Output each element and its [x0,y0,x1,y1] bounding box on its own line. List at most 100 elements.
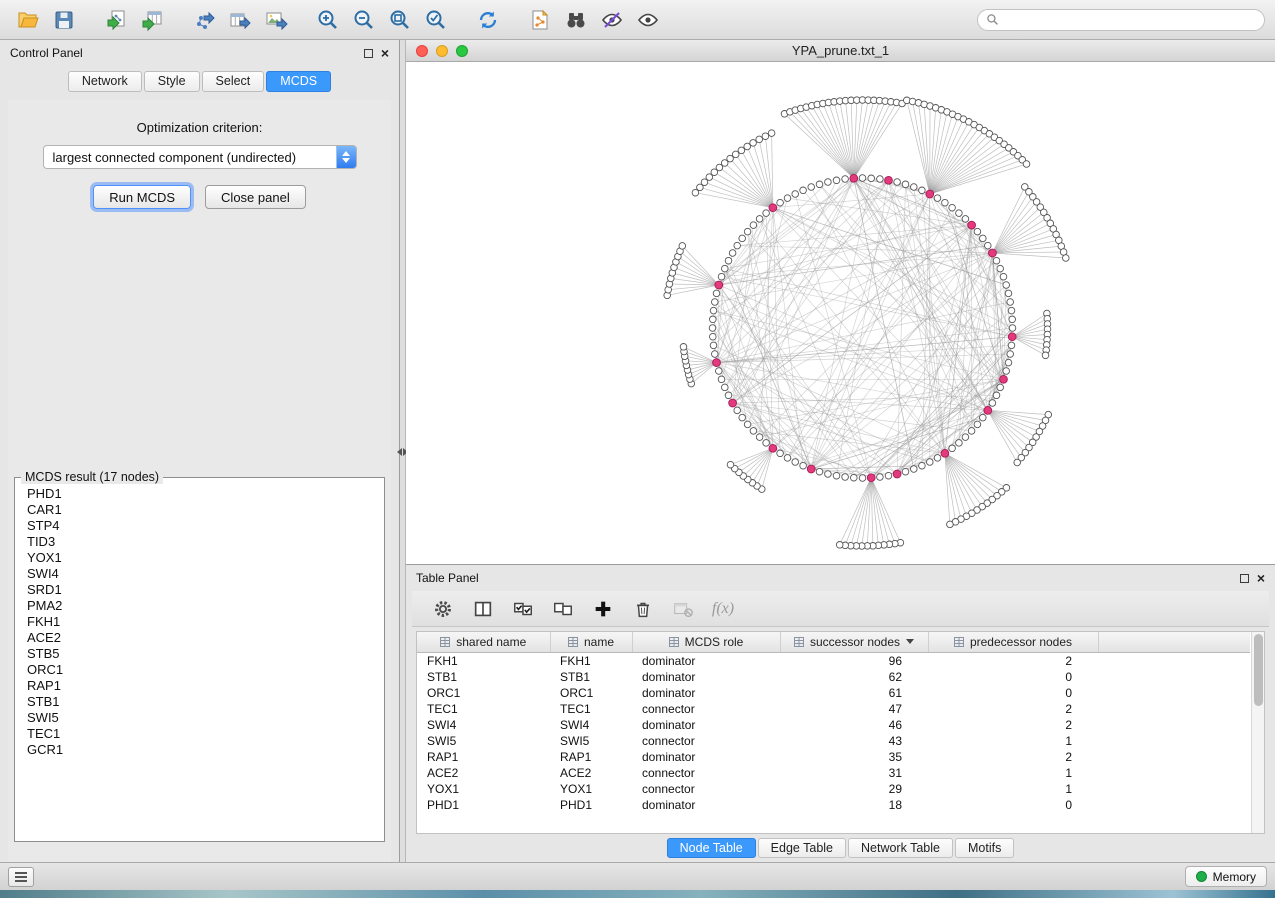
column-header[interactable]: successor nodes [780,632,928,652]
zoom-out-icon[interactable] [346,4,382,36]
window-close-icon[interactable] [416,45,428,57]
memory-button[interactable]: Memory [1185,866,1267,887]
table-cell[interactable]: 2 [928,717,1098,733]
share-document-icon[interactable] [522,4,558,36]
table-cell[interactable]: 62 [780,669,928,685]
table-row[interactable]: FKH1FKH1dominator962 [417,652,1250,669]
mcds-result-item[interactable]: STB5 [19,646,380,662]
mcds-result-item[interactable]: TID3 [19,534,380,550]
table-row[interactable]: ORC1ORC1dominator610 [417,685,1250,701]
panel-menu-icon[interactable] [8,867,34,887]
table-cell[interactable]: 96 [780,652,928,669]
mcds-result-item[interactable]: STP4 [19,518,380,534]
table-row[interactable]: ACE2ACE2connector311 [417,765,1250,781]
mcds-result-item[interactable]: STB1 [19,694,380,710]
import-table-icon[interactable] [134,4,170,36]
table-cell[interactable]: 29 [780,781,928,797]
mcds-result-item[interactable]: ORC1 [19,662,380,678]
table-row[interactable]: SWI4SWI4dominator462 [417,717,1250,733]
table-cell[interactable]: ORC1 [417,685,550,701]
table-cell[interactable]: connector [632,701,780,717]
table-cell[interactable]: 47 [780,701,928,717]
select-all-icon[interactable] [510,596,536,622]
table-cell[interactable]: 0 [928,797,1098,813]
mcds-result-item[interactable]: CAR1 [19,502,380,518]
mcds-result-item[interactable]: SWI4 [19,566,380,582]
hide-selection-eye-icon[interactable] [594,4,630,36]
save-session-icon[interactable] [46,4,82,36]
tab-select[interactable]: Select [202,71,265,92]
scrollbar-thumb[interactable] [1254,634,1263,706]
window-minimize-icon[interactable] [436,45,448,57]
table-cell[interactable]: PHD1 [417,797,550,813]
table-cell[interactable]: dominator [632,749,780,765]
table-cell[interactable]: 0 [928,669,1098,685]
table-cell[interactable]: ACE2 [550,765,632,781]
column-header[interactable]: name [550,632,632,652]
mcds-result-item[interactable]: FKH1 [19,614,380,630]
mcds-result-item[interactable]: PMA2 [19,598,380,614]
mcds-result-item[interactable]: TEC1 [19,726,380,742]
mcds-result-item[interactable]: SWI5 [19,710,380,726]
table-cell[interactable]: SWI4 [550,717,632,733]
mcds-result-item[interactable]: ACE2 [19,630,380,646]
mcds-result-item[interactable]: SRD1 [19,582,380,598]
optimization-criterion-select[interactable]: largest connected component (undirected) [43,145,357,169]
column-header[interactable]: MCDS role [632,632,780,652]
zoom-in-icon[interactable] [310,4,346,36]
mcds-result-list[interactable]: PHD1CAR1STP4TID3YOX1SWI4SRD1PMA2FKH1ACE2… [19,486,380,758]
table-cell[interactable]: PHD1 [550,797,632,813]
table-cell[interactable]: 2 [928,652,1098,669]
table-cell[interactable]: TEC1 [550,701,632,717]
run-mcds-button[interactable]: Run MCDS [93,185,191,209]
export-image-icon[interactable] [258,4,294,36]
table-cell[interactable]: 18 [780,797,928,813]
tab-motifs[interactable]: Motifs [955,838,1014,858]
table-cell[interactable]: 31 [780,765,928,781]
mcds-result-item[interactable]: GCR1 [19,742,380,758]
table-row[interactable]: YOX1YOX1connector291 [417,781,1250,797]
binoculars-icon[interactable] [558,4,594,36]
float-panel-icon[interactable] [364,49,373,58]
tab-mcds[interactable]: MCDS [266,71,331,92]
table-scrollbar[interactable] [1251,632,1264,833]
open-session-icon[interactable] [10,4,46,36]
table-cell[interactable]: 46 [780,717,928,733]
refresh-layout-icon[interactable] [470,4,506,36]
table-cell[interactable]: 43 [780,733,928,749]
table-cell[interactable]: dominator [632,685,780,701]
table-cell[interactable]: ORC1 [550,685,632,701]
table-cell[interactable]: 1 [928,765,1098,781]
table-cell[interactable]: RAP1 [550,749,632,765]
table-cell[interactable]: 2 [928,701,1098,717]
table-cell[interactable]: 0 [928,685,1098,701]
zoom-fit-icon[interactable] [382,4,418,36]
table-cell[interactable]: FKH1 [550,652,632,669]
column-chooser-icon[interactable] [470,596,496,622]
show-eye-icon[interactable] [630,4,666,36]
close-panel-button[interactable]: Close panel [205,185,306,209]
table-cell[interactable]: SWI5 [417,733,550,749]
tab-node-table[interactable]: Node Table [667,838,756,858]
column-header[interactable]: predecessor nodes [928,632,1098,652]
network-view[interactable] [406,62,1275,564]
table-row[interactable]: STB1STB1dominator620 [417,669,1250,685]
network-search-field[interactable] [977,9,1265,31]
table-row[interactable]: TEC1TEC1connector472 [417,701,1250,717]
table-cell[interactable]: YOX1 [550,781,632,797]
table-cell[interactable]: YOX1 [417,781,550,797]
table-cell[interactable]: dominator [632,797,780,813]
table-cell[interactable]: 1 [928,781,1098,797]
table-row[interactable]: PHD1PHD1dominator180 [417,797,1250,813]
table-cell[interactable]: 1 [928,733,1098,749]
table-cell[interactable]: FKH1 [417,652,550,669]
close-table-panel-icon[interactable]: × [1257,573,1265,583]
tab-edge-table[interactable]: Edge Table [758,838,846,858]
table-settings-gear-icon[interactable] [430,596,456,622]
deselect-all-icon[interactable] [550,596,576,622]
import-network-icon[interactable] [98,4,134,36]
table-cell[interactable]: connector [632,781,780,797]
tab-network-table[interactable]: Network Table [848,838,953,858]
table-cell[interactable]: 35 [780,749,928,765]
tab-network[interactable]: Network [68,71,142,92]
